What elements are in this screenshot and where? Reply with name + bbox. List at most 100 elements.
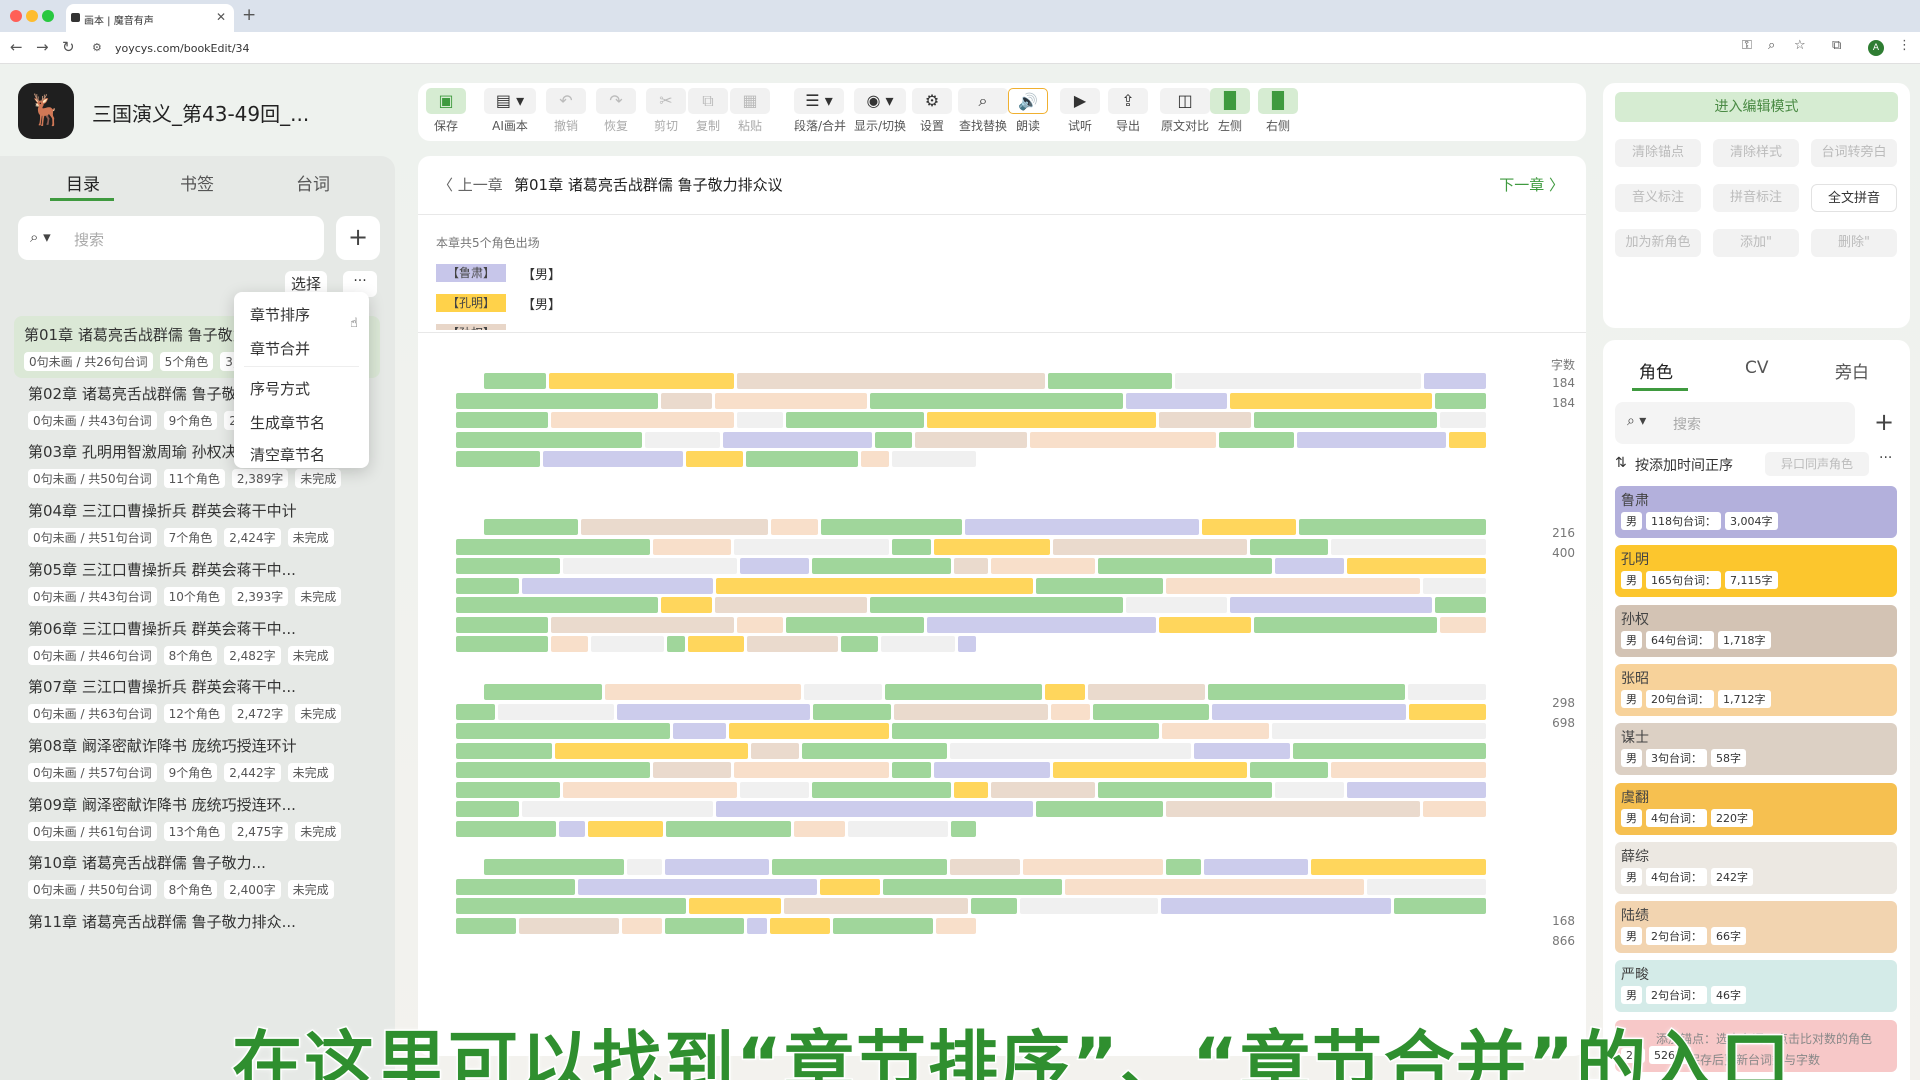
- chapter-item[interactable]: 第05章 三江口曹操折兵 群英会蒋干中... 0句未画 / 共43句台词 10个角色…: [18, 551, 378, 613]
- toolbar-button[interactable]: 🔊 朗读: [1008, 88, 1048, 136]
- script-line[interactable]: [456, 878, 1486, 895]
- script-line[interactable]: [484, 684, 1486, 700]
- role-card[interactable]: 严畯男 2句台词： 46字: [1615, 960, 1897, 1013]
- toolbar-button[interactable]: ✂ 剪切: [646, 88, 686, 136]
- toolbar-button[interactable]: ↷ 恢复: [596, 88, 636, 136]
- delete-quote-button[interactable]: 删除": [1811, 229, 1897, 257]
- role-tag-lusu[interactable]: 【鲁肃】: [436, 264, 506, 282]
- toolbar-button[interactable]: ⇪ 导出: [1108, 88, 1148, 136]
- menu-item-generate-names[interactable]: 生成章节名: [250, 412, 325, 433]
- role-card[interactable]: 陆绩男 2句台词： 66字: [1615, 901, 1897, 954]
- role-search-input[interactable]: ⌕ ▾ 搜索: [1615, 402, 1855, 444]
- chapter-item[interactable]: 第07章 三江口曹操折兵 群英会蒋干中... 0句未画 / 共63句台词 12个角色…: [18, 668, 378, 730]
- script-line[interactable]: [456, 703, 1487, 720]
- role-tag-kongming[interactable]: 【孔明】: [436, 294, 506, 312]
- toolbar-button[interactable]: ⧉ 复制: [688, 88, 728, 136]
- script-line[interactable]: [456, 801, 1486, 817]
- reload-icon[interactable]: ↻: [62, 38, 75, 56]
- role-card[interactable]: 孔明男 165句台词： 7,115字: [1615, 545, 1897, 598]
- next-chapter-link[interactable]: 下一章 〉: [1499, 174, 1564, 195]
- toolbar-button[interactable]: ◉ ▾ 显示/切换: [854, 88, 906, 136]
- extensions-icon[interactable]: ⧉: [1832, 38, 1841, 53]
- menu-item-clear-names[interactable]: 清空章节名: [250, 444, 325, 465]
- new-tab-icon[interactable]: +: [242, 5, 256, 25]
- toolbar-button[interactable]: ▣ 保存: [426, 88, 466, 136]
- browser-menu-icon[interactable]: ⋮: [1898, 38, 1911, 53]
- minimize-window-icon[interactable]: [26, 10, 38, 22]
- maximize-window-icon[interactable]: [42, 10, 54, 22]
- bookmark-star-icon[interactable]: ☆: [1794, 38, 1806, 53]
- prev-chapter-link[interactable]: 〈 上一章: [438, 174, 503, 195]
- toolbar-button[interactable]: ▤ ▾ AI画本: [484, 88, 536, 136]
- close-window-icon[interactable]: [10, 10, 22, 22]
- search-dropdown-icon[interactable]: ⌕ ▾: [1627, 413, 1646, 429]
- clear-anchor-button[interactable]: 清除锚点: [1615, 139, 1701, 167]
- script-line[interactable]: [456, 597, 1486, 613]
- script-line[interactable]: [456, 577, 1486, 594]
- script-line[interactable]: [456, 412, 1486, 428]
- menu-item-sort-chapters[interactable]: 章节排序: [250, 304, 310, 325]
- tab-narration[interactable]: 旁白: [1835, 358, 1869, 383]
- tab-lines[interactable]: 台词: [296, 170, 330, 195]
- menu-item-merge-chapters[interactable]: 章节合并: [250, 338, 310, 359]
- script-line[interactable]: [456, 538, 1486, 555]
- role-card[interactable]: 薛综男 4句台词： 242字: [1615, 841, 1897, 894]
- script-line[interactable]: [456, 898, 1486, 914]
- script-line[interactable]: [456, 616, 1486, 633]
- script-line[interactable]: [456, 392, 1486, 409]
- same-voice-button[interactable]: 异口同声角色: [1765, 452, 1869, 476]
- full-pinyin-button[interactable]: 全文拼音: [1811, 184, 1897, 212]
- toolbar-button[interactable]: ☰ ▾ 段落/合并: [794, 88, 846, 136]
- sort-icon[interactable]: ⇅: [1615, 455, 1627, 471]
- tab-cv[interactable]: CV: [1745, 358, 1769, 378]
- role-card[interactable]: 张昭男 20句台词： 1,712字: [1615, 663, 1897, 716]
- password-key-icon[interactable]: ⚿: [1742, 38, 1752, 53]
- sort-label[interactable]: 按添加时间正序: [1635, 455, 1733, 475]
- script-line[interactable]: [484, 859, 1486, 875]
- role-tag-sunquan[interactable]: 【孙权】: [436, 324, 506, 330]
- script-line[interactable]: [456, 742, 1486, 759]
- toolbar-button[interactable]: ▦ 粘贴: [730, 88, 770, 136]
- profile-avatar[interactable]: A: [1868, 40, 1884, 56]
- add-role-button[interactable]: +: [1865, 402, 1903, 444]
- line-to-narration-button[interactable]: 台词转旁白: [1811, 139, 1897, 167]
- add-quote-button[interactable]: 添加": [1713, 229, 1799, 257]
- more-icon[interactable]: ···: [1879, 450, 1892, 466]
- toolbar-button[interactable]: ↶ 撤销: [546, 88, 586, 136]
- chapter-item[interactable]: 第09章 阚泽密献诈降书 庞统巧授连环... 0句未画 / 共61句台词 13个角色…: [18, 786, 378, 848]
- add-new-role-button[interactable]: 加为新角色: [1615, 229, 1701, 257]
- site-info-icon[interactable]: ⚙: [92, 41, 102, 54]
- toolbar-button[interactable]: ▐▌ 左侧: [1210, 88, 1250, 136]
- close-tab-icon[interactable]: ✕: [216, 10, 226, 24]
- toolbar-button[interactable]: ▶ 试听: [1060, 88, 1100, 136]
- menu-item-numbering[interactable]: 序号方式: [250, 378, 310, 399]
- chapter-search-input[interactable]: ⌕ ▾ 搜索: [18, 216, 324, 260]
- toolbar-button[interactable]: ⌕ 查找替换: [958, 88, 1008, 136]
- meaning-annotation-button[interactable]: 音义标注: [1615, 184, 1701, 212]
- back-icon[interactable]: ←: [10, 38, 23, 56]
- role-card[interactable]: 孙权男 64句台词： 1,718字: [1615, 604, 1897, 657]
- script-line[interactable]: [456, 636, 977, 652]
- role-card[interactable]: 谋士男 3句台词： 58字: [1615, 723, 1897, 776]
- forward-icon[interactable]: →: [36, 38, 49, 56]
- script-line[interactable]: [456, 820, 976, 837]
- toolbar-button[interactable]: ⚙ 设置: [912, 88, 952, 136]
- script-line[interactable]: [456, 723, 1487, 739]
- script-line[interactable]: [456, 558, 1486, 574]
- tab-toc[interactable]: 目录: [66, 170, 100, 195]
- tab-roles[interactable]: 角色: [1639, 358, 1673, 383]
- script-line[interactable]: [456, 431, 1486, 448]
- script-line[interactable]: [484, 519, 1486, 535]
- enter-edit-mode-button[interactable]: 进入编辑模式: [1615, 92, 1898, 122]
- script-line[interactable]: [456, 917, 976, 934]
- clear-style-button[interactable]: 清除样式: [1713, 139, 1799, 167]
- add-chapter-button[interactable]: +: [336, 216, 380, 260]
- role-card[interactable]: 鲁肃男 118句台词： 3,004字: [1615, 486, 1897, 538]
- toolbar-button[interactable]: ▐▌ 右侧: [1258, 88, 1298, 136]
- url-field[interactable]: yoycys.com/bookEdit/34: [115, 42, 250, 55]
- chapter-item[interactable]: 第04章 三江口曹操折兵 群英会蒋干中计 0句未画 / 共51句台词 7个角色 2,4…: [18, 492, 378, 554]
- script-line[interactable]: [456, 762, 1486, 778]
- pinyin-annotation-button[interactable]: 拼音标注: [1713, 184, 1799, 212]
- zoom-icon[interactable]: ⌕: [1768, 38, 1775, 53]
- chapter-item[interactable]: 第11章 诸葛亮舌战群儒 鲁子敬力排众...: [18, 903, 378, 965]
